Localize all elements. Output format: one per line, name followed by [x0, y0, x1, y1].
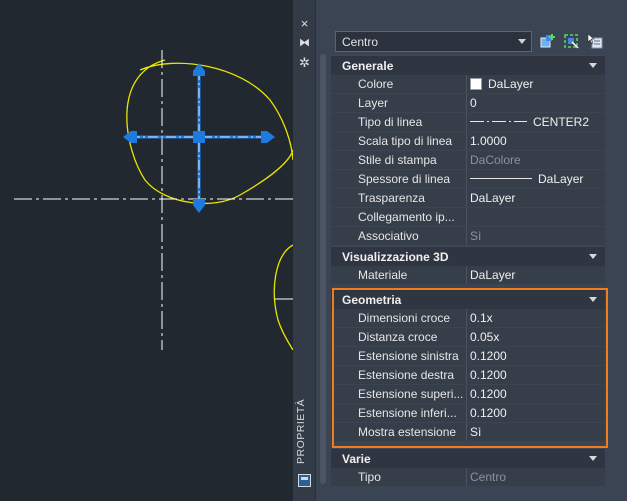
- prop-label: Spessore di linea: [331, 170, 467, 188]
- prop-value: Sì: [467, 227, 605, 245]
- drawing-canvas[interactable]: [0, 0, 293, 501]
- object-type-dropdown[interactable]: Centro: [335, 31, 532, 52]
- prop-label: Layer: [331, 94, 467, 112]
- gear-icon[interactable]: ✲: [297, 55, 312, 70]
- close-icon[interactable]: ×: [297, 16, 312, 31]
- prop-value[interactable]: 0.1200: [467, 404, 605, 422]
- yellow-arc-top: [126, 59, 293, 205]
- quick-select-icon: [540, 34, 555, 48]
- pin-icon[interactable]: ⧓: [297, 36, 312, 51]
- prop-row-colore[interactable]: Colore DaLayer: [331, 75, 605, 94]
- section-generale[interactable]: Generale: [331, 55, 605, 75]
- grip-center: [193, 131, 205, 143]
- prop-label: Tipo: [331, 468, 467, 486]
- prop-row-tipo[interactable]: Tipo Centro: [331, 468, 605, 487]
- prop-value[interactable]: DaLayer: [467, 266, 605, 284]
- prop-row-distanza-croce[interactable]: Distanza croce 0.05x: [331, 328, 605, 347]
- prop-label: Stile di stampa: [331, 151, 467, 169]
- section-geometria[interactable]: Geometria: [331, 289, 605, 309]
- section-title: Varie: [342, 452, 371, 466]
- linetype-preview: [470, 121, 527, 122]
- section-visualizzazione-3d[interactable]: Visualizzazione 3D: [331, 246, 605, 266]
- prop-label: Scala tipo di linea: [331, 132, 467, 150]
- prop-value[interactable]: 0.1x: [467, 309, 605, 327]
- canvas-drawing: [14, 50, 293, 351]
- prop-label: Estensione superi...: [331, 385, 467, 403]
- scrollbar[interactable]: [318, 50, 328, 495]
- section-title: Geometria: [342, 293, 402, 307]
- section-title: Generale: [342, 59, 394, 73]
- prop-row-associativo[interactable]: Associativo Sì: [331, 227, 605, 246]
- prop-value: Centro: [467, 468, 605, 486]
- prop-label: Materiale: [331, 266, 467, 284]
- prop-row-stile-stampa[interactable]: Stile di stampa DaColore: [331, 151, 605, 170]
- toggle-pickadd-icon: [587, 33, 603, 49]
- scroll-thumb[interactable]: [320, 54, 326, 484]
- prop-value[interactable]: 0: [467, 94, 605, 112]
- grip-bottom: [193, 199, 205, 213]
- prop-value[interactable]: 0.1200: [467, 347, 605, 365]
- prop-value[interactable]: 0.1200: [467, 366, 605, 384]
- chevron-down-icon[interactable]: [589, 297, 597, 302]
- section-varie[interactable]: Varie: [331, 448, 605, 468]
- prop-value[interactable]: 1.0000: [467, 132, 605, 150]
- prop-value-spessore[interactable]: DaLayer: [467, 170, 605, 188]
- toggle-pickadd-button[interactable]: [586, 33, 603, 50]
- object-type-value: Centro: [342, 35, 379, 49]
- prop-label: Tipo di linea: [331, 113, 467, 131]
- prop-row-mostra-estensione[interactable]: Mostra estensione Sì: [331, 423, 605, 442]
- prop-label: Dimensioni croce: [331, 309, 467, 327]
- prop-value: DaColore: [467, 151, 605, 169]
- prop-label: Collegamento ip...: [331, 208, 467, 226]
- prop-label: Associativo: [331, 227, 467, 245]
- prop-value[interactable]: 0.1200: [467, 385, 605, 403]
- prop-row-materiale[interactable]: Materiale DaLayer: [331, 266, 605, 285]
- prop-value[interactable]: [467, 208, 605, 226]
- prop-label: Trasparenza: [331, 189, 467, 207]
- properties-icon[interactable]: [298, 474, 311, 487]
- prop-label: Mostra estensione: [331, 423, 467, 441]
- prop-value-tipo-linea[interactable]: CENTER2: [467, 113, 605, 131]
- prop-label: Estensione destra: [331, 366, 467, 384]
- properties-palette: × ⧓ ✲ PROPRIETÀ Centro Generale Colore D…: [293, 0, 627, 501]
- prop-value[interactable]: 0.05x: [467, 328, 605, 346]
- grip-left: [123, 131, 137, 143]
- prop-value[interactable]: Sì: [467, 423, 605, 441]
- prop-row-estensione-inferiore[interactable]: Estensione inferi... 0.1200: [331, 404, 605, 423]
- quick-select-button[interactable]: [540, 33, 557, 50]
- prop-row-spessore[interactable]: Spessore di linea DaLayer: [331, 170, 605, 189]
- grip-right: [261, 131, 275, 143]
- prop-row-tipo-linea[interactable]: Tipo di linea CENTER2: [331, 113, 605, 132]
- property-grid: Generale Colore DaLayer Layer 0 Tipo di …: [331, 55, 605, 487]
- prop-label: Estensione inferi...: [331, 404, 467, 422]
- color-swatch: [470, 78, 482, 90]
- prop-row-layer[interactable]: Layer 0: [331, 94, 605, 113]
- prop-value-colore[interactable]: DaLayer: [467, 75, 605, 93]
- prop-row-collegamento[interactable]: Collegamento ip...: [331, 208, 605, 227]
- prop-row-dimensioni-croce[interactable]: Dimensioni croce 0.1x: [331, 309, 605, 328]
- prop-row-scala[interactable]: Scala tipo di linea 1.0000: [331, 132, 605, 151]
- chevron-down-icon[interactable]: [589, 456, 597, 461]
- prop-label: Colore: [331, 75, 467, 93]
- prop-label: Distanza croce: [331, 328, 467, 346]
- prop-row-trasparenza[interactable]: Trasparenza DaLayer: [331, 189, 605, 208]
- chevron-down-icon[interactable]: [589, 254, 597, 259]
- select-objects-icon: [564, 34, 579, 49]
- prop-row-estensione-sinistra[interactable]: Estensione sinistra 0.1200: [331, 347, 605, 366]
- yellow-arc-bottom: [273, 244, 293, 351]
- chevron-down-icon: [518, 39, 526, 44]
- palette-title-strip[interactable]: × ⧓ ✲ PROPRIETÀ: [293, 0, 316, 501]
- prop-label: Estensione sinistra: [331, 347, 467, 365]
- select-objects-button[interactable]: [563, 33, 580, 50]
- prop-value[interactable]: DaLayer: [467, 189, 605, 207]
- section-title: Visualizzazione 3D: [342, 250, 449, 264]
- lineweight-preview: [470, 178, 532, 179]
- prop-value-text: DaLayer: [488, 77, 534, 91]
- prop-value-text: DaLayer: [538, 172, 584, 186]
- prop-row-estensione-superiore[interactable]: Estensione superi... 0.1200: [331, 385, 605, 404]
- prop-row-estensione-destra[interactable]: Estensione destra 0.1200: [331, 366, 605, 385]
- chevron-down-icon[interactable]: [589, 63, 597, 68]
- prop-value-text: CENTER2: [533, 115, 590, 129]
